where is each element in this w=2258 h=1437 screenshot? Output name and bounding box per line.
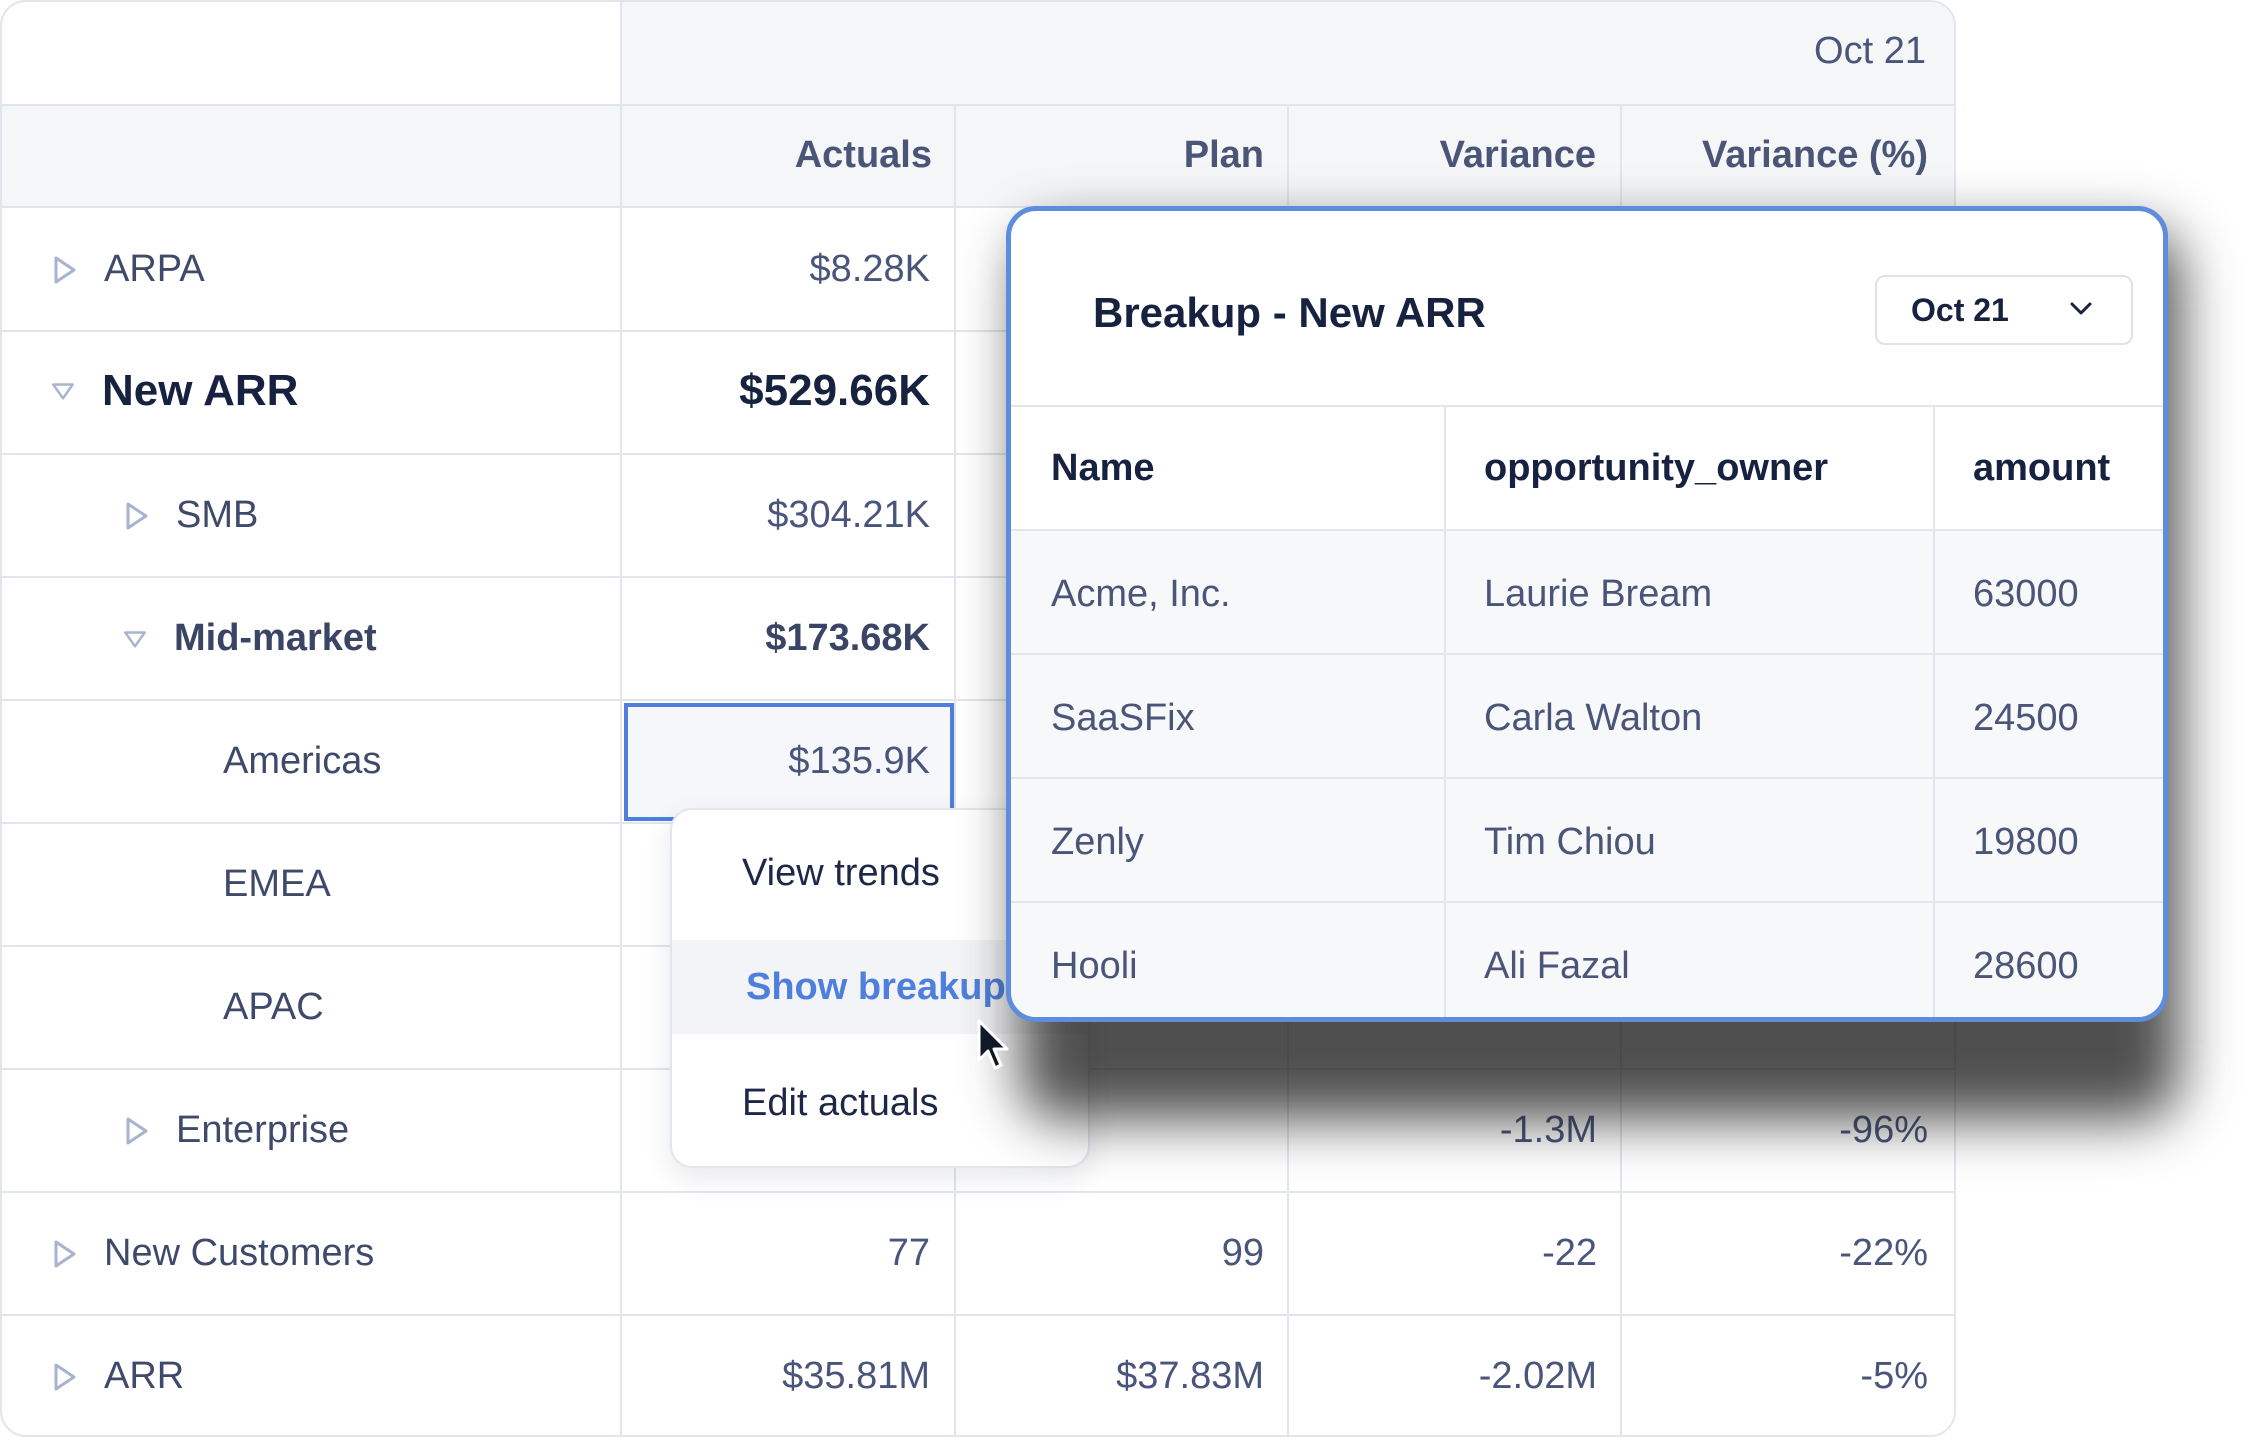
row-arr[interactable]: ARR: [52, 1355, 184, 1398]
table-hline: [1011, 777, 2163, 779]
row-label: APAC: [223, 986, 324, 1028]
table-vline: [1933, 405, 1935, 1017]
cell-actuals[interactable]: 77: [630, 1232, 930, 1275]
row-arpa[interactable]: ARPA: [52, 248, 205, 291]
triangle-right-icon[interactable]: [52, 1361, 78, 1393]
row-label: New Customers: [104, 1232, 375, 1274]
triangle-right-icon[interactable]: [52, 254, 78, 286]
col-header-variance-pct[interactable]: Variance (%): [1628, 134, 1928, 177]
col-header-variance[interactable]: Variance: [1296, 134, 1596, 177]
row-emea[interactable]: EMEA: [223, 863, 331, 906]
cell-variance[interactable]: -2.02M: [1297, 1355, 1597, 1398]
cell-actuals[interactable]: $8.28K: [630, 248, 930, 291]
grid-vline: [620, 2, 622, 1435]
triangle-down-icon[interactable]: [122, 623, 148, 655]
cursor-arrow-icon: [977, 1019, 1009, 1070]
period-select[interactable]: Oct 21: [1875, 275, 2133, 345]
triangle-down-icon[interactable]: [50, 375, 76, 407]
table-hline: [1011, 653, 2163, 655]
row-label: Mid-market: [174, 617, 377, 659]
header-background-left: [2, 104, 622, 206]
row-smb[interactable]: SMB: [124, 494, 258, 537]
table-hline: [1011, 901, 2163, 903]
row-label: ARPA: [104, 248, 205, 290]
period-header: Oct 21: [1814, 30, 1926, 72]
triangle-right-icon[interactable]: [124, 1115, 150, 1147]
th-name[interactable]: Name: [1051, 447, 1155, 490]
triangle-right-icon[interactable]: [124, 500, 150, 532]
td-owner: Ali Fazal: [1484, 945, 1630, 987]
col-header-actuals[interactable]: Actuals: [632, 134, 932, 177]
grid-hline: [2, 104, 1954, 106]
cell-actuals[interactable]: $35.81M: [630, 1355, 930, 1398]
row-label: SMB: [176, 494, 259, 536]
grid-vline: [954, 104, 956, 1435]
td-amount: 63000: [1973, 573, 2079, 615]
cell-actuals[interactable]: $173.68K: [630, 617, 930, 660]
row-label: ARR: [104, 1355, 185, 1397]
row-label: New ARR: [102, 366, 299, 415]
popup-title: Breakup - New ARR: [1093, 289, 1486, 336]
td-name: Acme, Inc.: [1051, 573, 1231, 615]
cell-variance-pct[interactable]: -5%: [1628, 1355, 1928, 1398]
breakup-popup: Breakup - New ARR Oct 21 Name opportunit…: [1006, 206, 2168, 1022]
cell-actuals[interactable]: $529.66K: [630, 366, 930, 416]
period-select-value: Oct 21: [1911, 291, 2009, 328]
table-vline: [1444, 405, 1446, 1017]
row-mid-market[interactable]: Mid-market: [122, 617, 377, 660]
row-apac[interactable]: APAC: [223, 986, 324, 1029]
row-label: Enterprise: [176, 1109, 350, 1151]
td-name: Hooli: [1051, 945, 1138, 987]
grid-hline: [2, 1191, 1954, 1193]
triangle-right-icon[interactable]: [52, 1238, 78, 1270]
td-owner: Tim Chiou: [1484, 821, 1656, 863]
table-hline: [1011, 405, 2163, 407]
cell-actuals[interactable]: $304.21K: [630, 494, 930, 537]
td-amount: 28600: [1973, 945, 2079, 987]
grid-hline: [2, 1314, 1954, 1316]
td-amount: 19800: [1973, 821, 2079, 863]
row-label: EMEA: [223, 863, 331, 905]
td-name: SaaSFix: [1051, 697, 1195, 739]
cell-plan[interactable]: 99: [964, 1232, 1264, 1275]
row-enterprise[interactable]: Enterprise: [124, 1109, 349, 1152]
row-label: Americas: [223, 740, 382, 782]
td-name: Zenly: [1051, 821, 1144, 863]
row-new-arr[interactable]: New ARR: [50, 366, 298, 416]
td-owner: Carla Walton: [1484, 697, 1703, 739]
table-hline: [1011, 529, 2163, 531]
cell-variance-pct[interactable]: -22%: [1628, 1232, 1928, 1275]
row-new-customers[interactable]: New Customers: [52, 1232, 374, 1275]
td-owner: Laurie Bream: [1484, 573, 1713, 615]
cell-actuals-selected[interactable]: $135.9K: [630, 740, 930, 783]
td-amount: 24500: [1973, 697, 2079, 739]
cell-variance[interactable]: -22: [1297, 1232, 1597, 1275]
th-amount[interactable]: amount: [1973, 447, 2110, 490]
col-header-plan[interactable]: Plan: [964, 134, 1264, 177]
cell-plan[interactable]: $37.83M: [964, 1355, 1264, 1398]
chevron-down-icon: [2070, 302, 2092, 315]
row-americas[interactable]: Americas: [223, 740, 381, 783]
th-opportunity-owner[interactable]: opportunity_owner: [1484, 447, 1828, 490]
